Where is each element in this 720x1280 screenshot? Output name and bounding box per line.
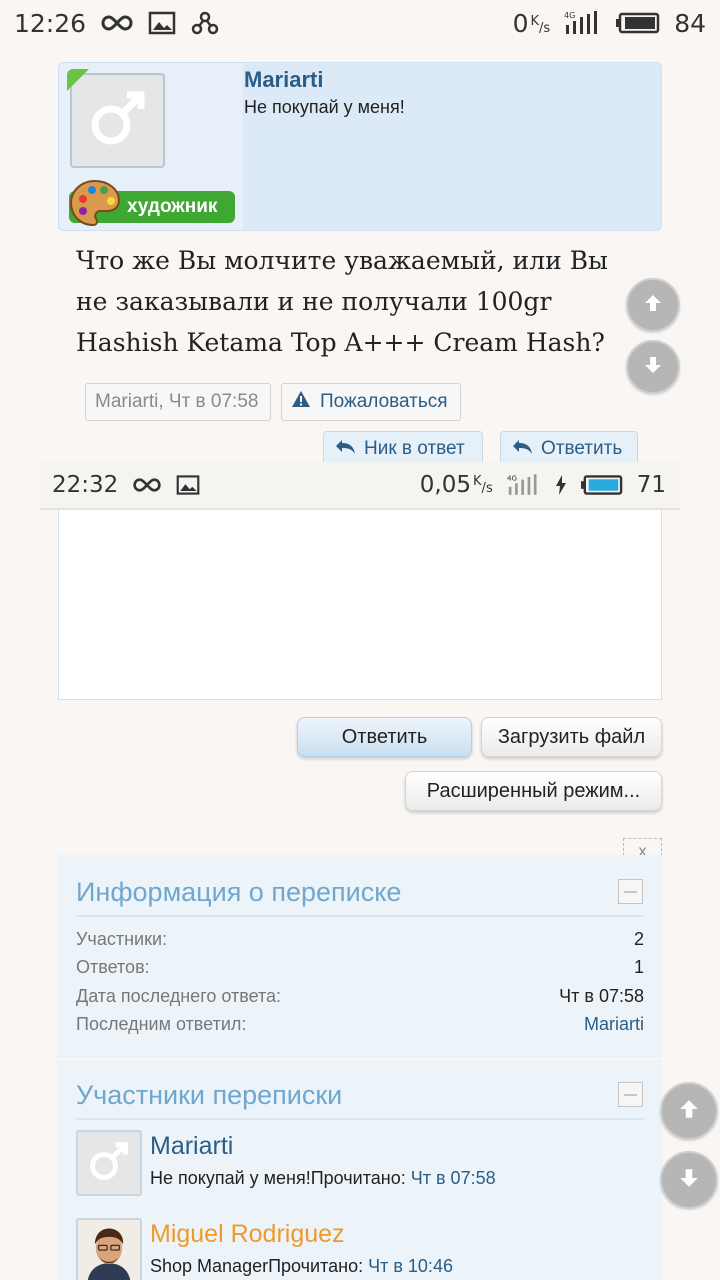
avatar-photo[interactable] [76,1218,142,1280]
arrow-up-icon [642,292,664,319]
signal-icon: 4G [564,10,602,36]
infinity-icon [100,13,134,33]
network-speed: 0 K / s [512,8,551,38]
report-label: Пожаловаться [320,391,448,412]
avatar[interactable] [76,1130,142,1196]
post-meta-time[interactable]: , Чт в 07:58 [158,391,258,413]
scroll-down-button[interactable] [660,1151,718,1209]
advanced-mode-button[interactable]: Расширенный режим... [405,771,662,811]
report-button[interactable]: Пожаловаться [281,383,461,421]
svg-text:4G: 4G [507,474,517,483]
online-indicator [67,69,89,91]
info-row-participants: Участники: 2 [76,929,644,949]
status-bar-bottom: 22:32 0,05 K / s 4G 71 [40,462,680,510]
participant-item: Miguel Rodriguez Shop ManagerПрочитано: … [76,1218,644,1280]
post-meta-user[interactable]: Mariarti [95,391,158,413]
signal-icon: 4G [507,473,541,497]
arrow-down-icon [677,1166,701,1195]
post-username[interactable]: Mariarti [244,67,323,93]
post-header: художник Mariarti Не покупай у меня! [58,62,662,231]
panel-title: Участники переписки [76,1080,343,1110]
info-row-last-replier: Последним ответил: Mariarti [76,1014,644,1035]
clock: 22:32 [52,472,119,498]
male-avatar-icon [83,83,153,158]
last-replier-link[interactable]: Mariarti [584,1014,644,1035]
arrow-up-icon [677,1097,701,1126]
upload-file-button[interactable]: Загрузить файл [481,717,662,757]
participant-item: Mariarti Не покупай у меня!Прочитано: Чт… [76,1130,644,1200]
participant-name[interactable]: Miguel Rodriguez [150,1220,345,1249]
panel-title: Информация о переписке [76,877,402,907]
network-speed: 0,05 K / s [419,472,493,498]
reply-editor[interactable] [58,510,662,700]
post-avatar-column: художник [59,63,243,230]
post-user-status: Не покупай у меня! [244,97,405,117]
divider [76,915,644,917]
battery-icon [580,474,623,496]
post-meta: Mariarti, Чт в 07:58 [85,383,271,421]
post-message: Что же Вы молчите уважаемый, или Вы не з… [76,246,608,357]
participant-info: Shop ManagerПрочитано: Чт в 10:46 [150,1256,453,1276]
read-time-link[interactable]: Чт в 10:46 [368,1256,453,1276]
status-bar-top: 12:26 0 K / s 4G 84 [0,0,720,46]
info-row-last-reply-date: Дата последнего ответа: Чт в 07:58 [76,986,644,1006]
collapse-button[interactable] [618,1082,643,1107]
participants-panel: Участники переписки Mariarti Не покупай … [57,1060,662,1280]
scroll-down-button[interactable] [626,340,680,394]
svg-text:4G: 4G [564,11,575,20]
male-avatar-icon [84,1136,134,1191]
clock: 12:26 [14,8,87,38]
charging-icon [555,475,567,495]
read-time-link[interactable]: Чт в 07:58 [411,1168,496,1188]
palette-icon [67,177,123,235]
reply-button[interactable]: Ответить [297,717,472,757]
battery-icon [616,12,660,34]
conversation-info-panel: Информация о переписке Участники: 2 Отве… [57,855,662,1058]
scroll-up-button[interactable] [626,278,680,332]
participant-name[interactable]: Mariarti [150,1132,233,1161]
image-icon [176,474,200,496]
participant-info: Не покупай у меня!Прочитано: Чт в 07:58 [150,1168,496,1188]
reply-arrow-icon [334,438,364,462]
warning-icon [291,390,311,414]
link-icon [190,10,220,36]
image-icon [148,11,176,35]
battery-level: 84 [674,8,706,38]
scroll-up-button[interactable] [660,1082,718,1140]
divider [76,1118,644,1120]
info-row-replies: Ответов: 1 [76,957,644,977]
reply-arrow-icon [511,438,541,462]
infinity-icon [132,476,162,494]
nick-reply-button[interactable]: Ник в ответ [323,431,483,462]
arrow-down-icon [642,354,664,381]
role-badge: художник [69,179,235,227]
battery-level: 71 [636,472,666,498]
person-photo-icon [78,1220,140,1280]
post-reply-button[interactable]: Ответить [500,431,638,462]
collapse-button[interactable] [618,879,643,904]
